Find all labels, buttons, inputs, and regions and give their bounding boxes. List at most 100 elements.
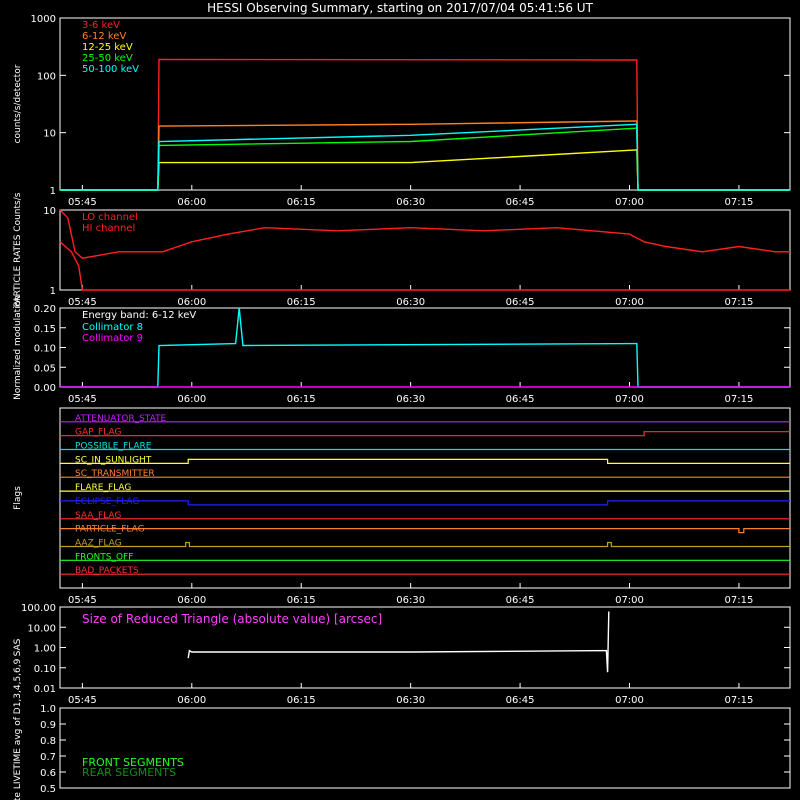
x-tick-label: 06:15 <box>287 297 316 308</box>
x-tick-label: 06:45 <box>506 394 535 405</box>
x-tick-label: 07:15 <box>725 394 754 405</box>
y-axis-label: Flags <box>13 486 23 510</box>
legend-50-100-kev: 50-100 keV <box>82 64 139 75</box>
flag-label-flare-flag: FLARE_FLAG <box>75 483 131 493</box>
series-line-50-100-kev <box>60 123 790 191</box>
series-line-12-25-kev <box>60 149 790 191</box>
legend-12-25-kev: 12-25 keV <box>82 42 133 53</box>
y-tick-label: 1 <box>50 186 56 197</box>
x-tick-label: 05:45 <box>68 394 97 405</box>
y-tick-label: 1 <box>50 286 56 297</box>
x-tick-label: 06:15 <box>287 197 316 208</box>
legend-25-50-kev: 25-50 keV <box>82 53 133 64</box>
y-tick-label: 0.05 <box>34 363 56 374</box>
flag-label-eclipse-flag: ECLIPSE_FLAG <box>75 497 139 507</box>
x-tick-label: 06:30 <box>396 197 425 208</box>
x-tick-label: 06:15 <box>287 394 316 405</box>
y-axis-label: Mon. Rate LIVETIME avg of D1,3,4,5,6,9 <box>13 658 23 800</box>
legend-lo-channel: LO channel <box>82 212 138 223</box>
y-tick-label: 10 <box>43 129 56 140</box>
y-tick-label: 10 <box>43 206 56 217</box>
legend-collimator-8: Collimator 8 <box>82 322 143 333</box>
x-tick-label: 06:30 <box>396 394 425 405</box>
x-tick-label: 06:15 <box>287 595 316 606</box>
observing-summary-plot: HESSI Observing Summary, starting on 201… <box>13 1 791 800</box>
x-tick-label: 06:00 <box>177 197 206 208</box>
y-tick-label: 1.00 <box>34 644 56 655</box>
flag-line-aaz-flag <box>60 541 790 548</box>
panel-modulation: 0.00 0.05 0.10 0.15 0.20 05:45 06:00 06:15 06:30… <box>13 295 791 405</box>
legend-3-6-kev: 3-6 keV <box>82 20 120 31</box>
flag-label-bad-packets: BAD_PACKETS <box>75 566 139 576</box>
panel-flags: 05:45 06:00 06:15 06:30 06:45 07:00 07:15 Flags… <box>13 407 791 606</box>
flag-label-possible-flare: POSSIBLE_FLARE <box>75 442 152 452</box>
y-tick-label: 0.8 <box>40 736 56 747</box>
plot-frame <box>59 407 791 589</box>
flag-label-saa-flag: SAA_FLAG <box>75 511 121 521</box>
panel-count-rates: 1 10 100 1000 05:45 06:00 06:15 06:30 06:45 07:00… <box>13 14 791 208</box>
flag-label-sc-in-sunlight: SC_IN_SUNLIGHT <box>75 455 152 465</box>
legend-collimator-9: Collimator 9 <box>82 333 143 344</box>
y-tick-label: 100.00 <box>21 603 56 614</box>
x-tick-label: 07:15 <box>725 695 754 706</box>
panel-sas: 0.01 0.10 1.00 10.00 100.00 05:45 06:00 06:15 06… <box>13 603 791 706</box>
x-tick-label: 05:45 <box>68 695 97 706</box>
series-line-6-12-kev <box>60 120 790 191</box>
y-axis-label: PARTICLE RATES Counts/s <box>13 192 23 307</box>
flag-label-attenuator-state: ATTENUATOR_STATE <box>75 414 167 424</box>
x-tick-label: 05:45 <box>68 595 97 606</box>
x-tick-label: 05:45 <box>68 197 97 208</box>
x-tick-label: 06:45 <box>506 297 535 308</box>
panel-particle-rates: 1 10 05:45 06:00 06:15 06:30 06:45 07:00 07:15 PA… <box>13 192 791 308</box>
flag-line-gap-flag <box>60 431 790 437</box>
y-tick-label: 0.9 <box>40 720 56 731</box>
y-tick-label: 0.7 <box>40 752 56 763</box>
x-tick-label: 07:15 <box>725 297 754 308</box>
x-tick-label: 06:00 <box>177 297 206 308</box>
plot-frame <box>59 17 791 191</box>
y-tick-label: 0.6 <box>40 768 56 779</box>
y-axis-label: SAS <box>13 638 23 656</box>
x-tick-label: 06:45 <box>506 595 535 606</box>
flag-line-particle-flag <box>60 527 790 534</box>
legend-hi-channel: HI channel <box>82 223 135 234</box>
x-tick-label: 07:00 <box>615 595 644 606</box>
x-tick-label: 06:15 <box>287 695 316 706</box>
x-tick-label: 07:00 <box>615 695 644 706</box>
x-tick-label: 05:45 <box>68 297 97 308</box>
series-line-lo-channel <box>59 209 790 259</box>
x-tick-label: 07:00 <box>615 197 644 208</box>
x-tick-label: 06:45 <box>506 695 535 706</box>
y-tick-label: 0.01 <box>34 684 56 695</box>
flag-label-sc-transmitter: SC_TRANSMITTER <box>75 469 155 479</box>
y-tick-label: 1.0 <box>40 704 56 715</box>
x-tick-label: 06:30 <box>396 297 425 308</box>
legend-rear-segments: REAR SEGMENTS <box>82 766 176 779</box>
y-tick-label: 0.5 <box>40 784 56 795</box>
sas-annotation: Size of Reduced Triangle (absolute value… <box>82 612 382 626</box>
y-axis-label: Normalized modulation <box>13 295 23 400</box>
legend-header: Energy band: 6-12 keV <box>82 310 196 321</box>
x-tick-label: 06:30 <box>396 695 425 706</box>
y-tick-label: 0.15 <box>34 324 56 335</box>
x-tick-label: 07:15 <box>725 595 754 606</box>
x-tick-label: 06:00 <box>177 394 206 405</box>
x-tick-label: 07:00 <box>615 394 644 405</box>
flag-label-gap-flag: GAP_FLAG <box>75 428 121 438</box>
flag-label-aaz-flag: AAZ_FLAG <box>75 538 122 548</box>
y-tick-label: 1000 <box>31 14 56 25</box>
x-tick-label: 06:30 <box>396 595 425 606</box>
y-tick-label: 0.10 <box>34 664 56 675</box>
x-tick-label: 07:15 <box>725 197 754 208</box>
x-tick-label: 06:45 <box>506 197 535 208</box>
y-axis-label: counts/s/detector <box>13 64 23 143</box>
y-tick-label: 0.00 <box>34 383 56 394</box>
plot-title: HESSI Observing Summary, starting on 201… <box>207 1 593 15</box>
legend-6-12-kev: 6-12 keV <box>82 31 126 42</box>
x-tick-label: 06:00 <box>177 695 206 706</box>
x-tick-label: 06:00 <box>177 595 206 606</box>
flag-label-fronts-off: FRONTS_OFF <box>75 552 133 562</box>
series-line-25-50-kev <box>60 127 790 191</box>
y-tick-label: 10.00 <box>27 623 56 634</box>
flag-line-sc-in-sunlight <box>60 458 790 464</box>
